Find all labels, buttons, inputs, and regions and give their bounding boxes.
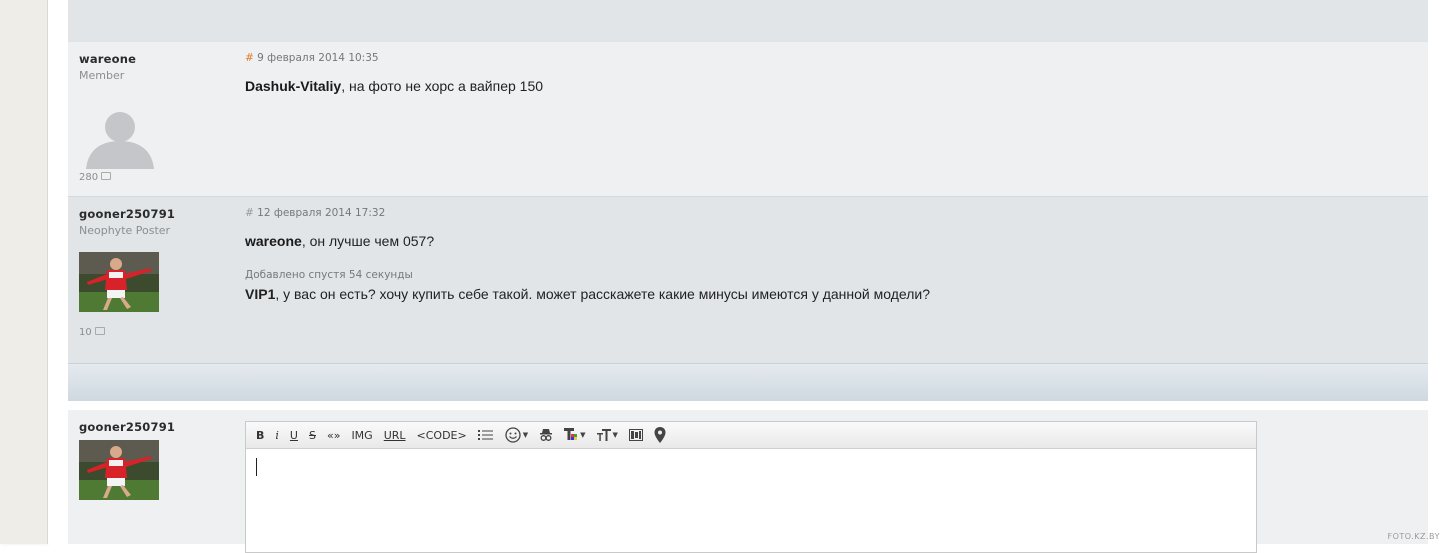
post-text: VIP1, у вас он есть? хочу купить себе та…	[245, 286, 1415, 302]
post-text: Dashuk-Vitaliy, на фото не хорс а вайпер…	[245, 78, 1415, 94]
quoted-username[interactable]: Dashuk-Vitaliy	[245, 78, 341, 94]
username[interactable]: gooner250791	[79, 420, 229, 434]
reply-textarea[interactable]	[246, 449, 1256, 552]
thread-footer-bar	[68, 363, 1428, 401]
previous-post-bottom	[68, 0, 1428, 41]
post-text: wareone, он лучше чем 057?	[245, 233, 1415, 249]
text-color-icon[interactable]: ▼	[564, 428, 586, 442]
user-avatar[interactable]	[79, 252, 159, 312]
post-author: gooner250791 Neophyte Poster	[68, 197, 229, 237]
post-text-content: , у вас он есть? хочу купить себе такой.…	[275, 286, 931, 302]
post-body: # 12 февраля 2014 17:32 wareone, он лучш…	[245, 197, 1415, 302]
url-button[interactable]: URL	[384, 429, 406, 442]
bold-button[interactable]: B	[256, 429, 264, 442]
text-size-icon[interactable]: ▼	[596, 429, 618, 441]
message-count[interactable]: 280	[79, 172, 112, 183]
post-permalink[interactable]: #	[245, 52, 254, 64]
forum-page: wareone Member 280 # 9 февраля 2014 10:3…	[48, 0, 1444, 553]
quoted-username[interactable]: wareone	[245, 233, 302, 249]
editor-toolbar: B i U S «» IMG URL <CODE> ▼ ▼ ▼	[246, 422, 1256, 449]
code-button[interactable]: <CODE>	[417, 429, 467, 442]
strikethrough-button[interactable]: S	[309, 429, 316, 442]
post-text-content: , на фото не хорс а вайпер 150	[341, 78, 544, 94]
user-rank: Member	[79, 69, 125, 82]
media-icon[interactable]	[628, 429, 643, 441]
quoted-username[interactable]: VIP1	[245, 286, 275, 302]
post: gooner250791 Neophyte Poster 10 # 12 фев…	[68, 196, 1428, 363]
post-date: 9 февраля 2014 10:35	[257, 52, 379, 64]
user-rank: Neophyte Poster	[79, 224, 171, 237]
post-text-content: , он лучше чем 057?	[301, 233, 435, 249]
speech-bubble-icon	[101, 172, 112, 180]
post-meta: # 12 февраля 2014 17:32	[245, 207, 1415, 219]
quote-button[interactable]: «»	[327, 429, 340, 442]
quick-reply: gooner250791 B i U S «» IMG URL <CODE> ▼…	[68, 410, 1428, 553]
text-cursor	[256, 458, 257, 476]
post-meta: # 9 февраля 2014 10:35	[245, 52, 1415, 64]
spy-icon[interactable]	[539, 428, 553, 442]
smiley-icon[interactable]: ▼	[505, 427, 528, 443]
watermark: FOTO.KZ.BY	[1387, 532, 1440, 541]
post-date: 12 февраля 2014 17:32	[257, 207, 386, 219]
message-count[interactable]: 10	[79, 327, 105, 338]
added-later-label: Добавлено спустя 54 секунды	[245, 269, 413, 281]
post: wareone Member 280 # 9 февраля 2014 10:3…	[68, 41, 1428, 197]
underline-button[interactable]: U	[290, 429, 298, 442]
reply-editor: B i U S «» IMG URL <CODE> ▼ ▼ ▼	[245, 421, 1257, 553]
list-icon[interactable]	[477, 429, 494, 441]
default-avatar-icon[interactable]	[84, 109, 156, 169]
post-body: # 9 февраля 2014 10:35 Dashuk-Vitaliy, н…	[245, 42, 1415, 94]
italic-button[interactable]: i	[275, 429, 279, 442]
user-avatar[interactable]	[79, 440, 159, 500]
reply-author: gooner250791	[68, 410, 229, 434]
img-button[interactable]: IMG	[351, 429, 372, 442]
post-permalink[interactable]: #	[245, 207, 254, 219]
speech-bubble-icon	[94, 327, 105, 335]
post-author: wareone Member	[68, 42, 229, 82]
left-page-margin	[0, 0, 48, 544]
username[interactable]: wareone	[79, 52, 229, 66]
username[interactable]: gooner250791	[79, 207, 229, 221]
map-pin-icon[interactable]	[654, 427, 666, 443]
